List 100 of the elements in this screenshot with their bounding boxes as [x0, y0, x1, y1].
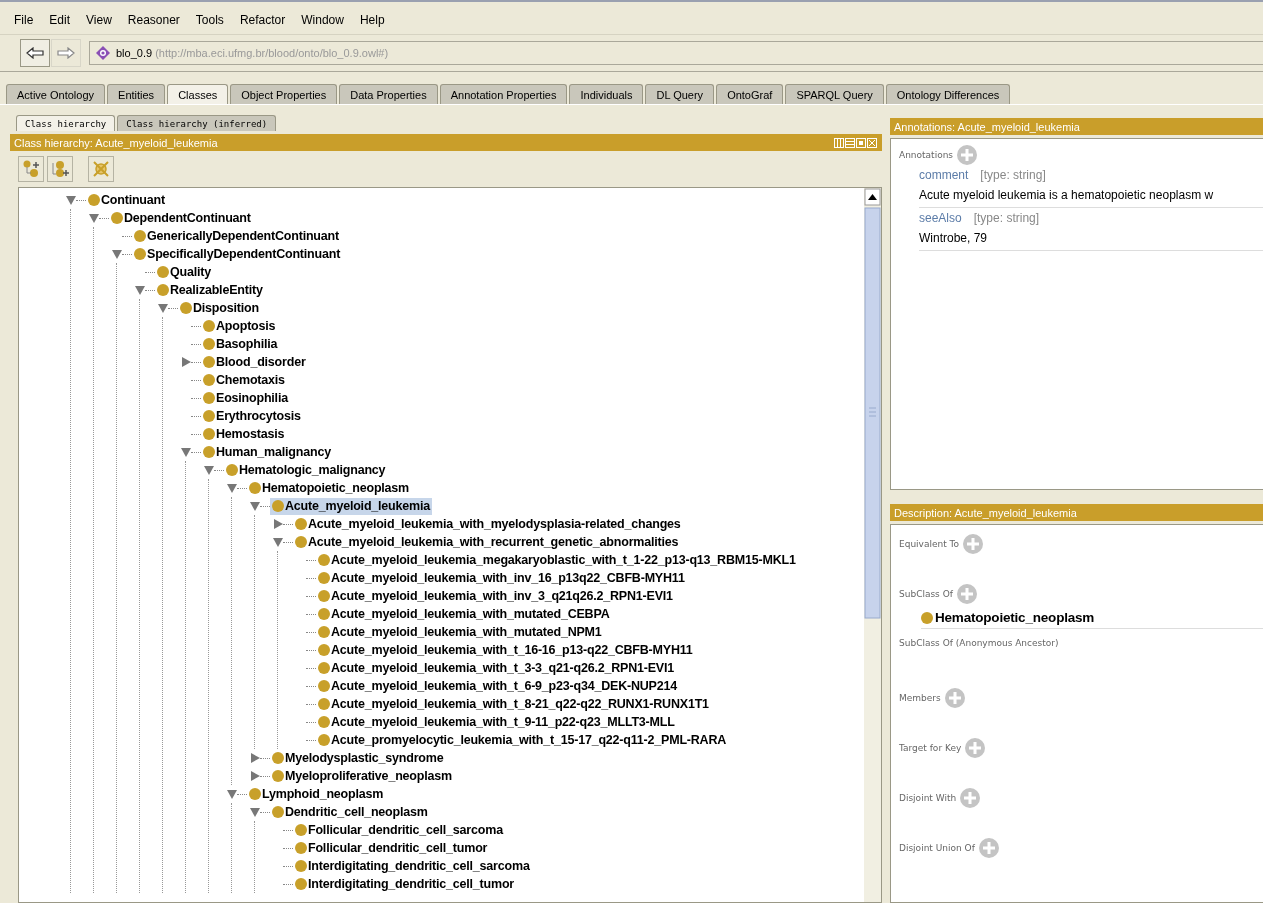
collapse-triangle-icon[interactable]: [227, 789, 237, 799]
collapse-triangle-icon[interactable]: [135, 285, 145, 295]
section-label: Disjoint Union Of: [899, 843, 975, 853]
class-node[interactable]: Acute_myeloid_leukemia_with_inv_3_q21q26.2_RPN1-EVI1: [316, 587, 675, 605]
class-node[interactable]: Acute_myeloid_leukemia_with_mutated_NPM1: [316, 623, 604, 641]
annotation-value: Wintrobe, 79: [919, 231, 989, 245]
tab[interactable]: OntoGraf: [716, 84, 784, 104]
class-node[interactable]: Acute_myeloid_leukemia_with_t_3-3_q21-q26.2_RPN1-EVI1: [316, 659, 677, 677]
ontology-address-field[interactable]: blo_0.9 (http://mba.eci.ufmg.br/blood/onto/blo_0.9.owl#): [89, 41, 1263, 65]
menu-item[interactable]: Tools: [187, 12, 232, 34]
add-sibling-icon: [51, 160, 69, 178]
class-node[interactable]: Acute_myeloid_leukemia_with_t_6-9_p23-q34_DEK-NUP214: [316, 677, 679, 695]
collapse-triangle-icon[interactable]: [66, 195, 76, 205]
collapse-triangle-icon[interactable]: [227, 483, 237, 493]
add-subclass-button[interactable]: [18, 156, 44, 182]
class-icon: [111, 212, 123, 224]
menu-item[interactable]: Window: [293, 12, 352, 34]
back-button[interactable]: [20, 39, 50, 67]
class-node[interactable]: Acute_myeloid_leukemia_with_t_16-16_p13-q22_CBFB-MYH11: [316, 641, 695, 659]
expand-triangle-icon[interactable]: [181, 357, 191, 367]
tab[interactable]: Individuals: [569, 84, 644, 104]
class-node[interactable]: Acute_myeloid_leukemia_with_inv_16_p13q22_CBFB-MYH11: [316, 569, 687, 587]
tab[interactable]: Data Properties: [339, 84, 438, 104]
class-icon: [318, 698, 330, 710]
class-node[interactable]: DependentContinuant: [109, 209, 253, 227]
class-node[interactable]: RealizableEntity: [155, 281, 265, 299]
class-node[interactable]: Eosinophilia: [201, 389, 290, 407]
class-node[interactable]: Blood_disorder: [201, 353, 308, 371]
class-node[interactable]: Hematologic_malignancy: [224, 461, 388, 479]
class-node[interactable]: Acute_myeloid_leukemia_with_t_8-21_q22-q22_RUNX1-RUNX1T1: [316, 695, 711, 713]
collapse-triangle-icon[interactable]: [158, 303, 168, 313]
collapse-triangle-icon[interactable]: [89, 213, 99, 223]
menu-item[interactable]: Help: [351, 12, 393, 34]
class-node[interactable]: Human_malignancy: [201, 443, 333, 461]
class-node[interactable]: SpecificallyDependentContinuant: [132, 245, 343, 263]
class-node[interactable]: Acute_myeloid_leukemia_with_myelodysplasia-related_changes: [293, 515, 683, 533]
class-node[interactable]: Interdigitating_dendritic_cell_sarcoma: [293, 857, 532, 875]
add-sibling-button[interactable]: [47, 156, 73, 182]
collapse-triangle-icon[interactable]: [250, 807, 260, 817]
class-icon: [157, 284, 169, 296]
menu-item[interactable]: Reasoner: [119, 12, 188, 34]
collapse-triangle-icon[interactable]: [204, 465, 214, 475]
class-node[interactable]: Quality: [155, 263, 213, 281]
class-node[interactable]: Hemostasis: [201, 425, 287, 443]
annotation-property[interactable]: comment: [919, 168, 969, 182]
menu-item[interactable]: Edit: [41, 12, 79, 34]
class-node[interactable]: Acute_myeloid_leukemia_with_recurrent_genetic_abnormalities: [293, 533, 681, 551]
class-node[interactable]: Hematopoietic_neoplasm: [247, 479, 412, 497]
class-node[interactable]: Continuant: [86, 191, 167, 209]
tab[interactable]: Entities: [107, 84, 166, 104]
menu-item[interactable]: File: [6, 12, 42, 34]
class-node[interactable]: Dendritic_cell_neoplasm: [270, 803, 430, 821]
class-node[interactable]: Interdigitating_dendritic_cell_tumor: [293, 875, 517, 893]
menu-item[interactable]: Refactor: [231, 12, 294, 34]
class-node[interactable]: Disposition: [178, 299, 261, 317]
class-node[interactable]: Acute_myeloid_leukemia: [270, 497, 432, 515]
tab[interactable]: Ontology Differences: [885, 84, 1011, 104]
class-icon: [318, 680, 330, 692]
class-node[interactable]: Acute_myeloid_leukemia_megakaryoblastic_with_t_1-22_p13-q13_RBM15-MKL1: [316, 551, 798, 569]
class-node[interactable]: Chemotaxis: [201, 371, 287, 389]
view-tab[interactable]: Class hierarchy (inferred): [117, 115, 277, 131]
section-label: Target for Key: [899, 743, 962, 753]
annotation-property[interactable]: seeAlso: [919, 211, 962, 225]
class-node[interactable]: GenericallyDependentContinuant: [132, 227, 341, 245]
class-icon: [134, 248, 146, 260]
class-icon: [295, 536, 307, 548]
class-node[interactable]: Hematopoietic_neoplasm: [921, 610, 1263, 629]
class-icon: [203, 374, 215, 386]
class-node[interactable]: Myelodysplastic_syndrome: [270, 749, 446, 767]
class-node[interactable]: Acute_myeloid_leukemia_with_t_9-11_p22-q23_MLLT3-MLL: [316, 713, 677, 731]
class-node[interactable]: Apoptosis: [201, 317, 278, 335]
tab[interactable]: Object Properties: [230, 84, 338, 104]
class-node[interactable]: Lymphoid_neoplasm: [247, 785, 386, 803]
tab[interactable]: DL Query: [645, 84, 715, 104]
menu-item[interactable]: View: [78, 12, 120, 34]
collapse-triangle-icon[interactable]: [250, 501, 260, 511]
class-node[interactable]: Acute_myeloid_leukemia_with_mutated_CEBPA: [316, 605, 612, 623]
class-node[interactable]: Erythrocytosis: [201, 407, 303, 425]
expand-triangle-icon[interactable]: [273, 519, 283, 529]
tab[interactable]: Annotation Properties: [439, 84, 568, 104]
class-node[interactable]: Myeloproliferative_neoplasm: [270, 767, 454, 785]
tab[interactable]: Classes: [167, 84, 229, 104]
view-tab[interactable]: Class hierarchy: [16, 115, 116, 131]
collapse-triangle-icon[interactable]: [112, 249, 122, 259]
class-node[interactable]: Follicular_dendritic_cell_sarcoma: [293, 821, 505, 839]
class-icon: [318, 716, 330, 728]
class-node[interactable]: Follicular_dendritic_cell_tumor: [293, 839, 490, 857]
panel-title: Class hierarchy: Acute_myeloid_leukemia: [14, 136, 218, 149]
scrollbar[interactable]: [864, 188, 881, 902]
view-controls-icon[interactable]: [834, 137, 878, 148]
tab[interactable]: Active Ontology: [6, 84, 106, 104]
class-icon: [295, 860, 307, 872]
expand-triangle-icon[interactable]: [250, 771, 260, 781]
collapse-triangle-icon[interactable]: [181, 447, 191, 457]
class-icon: [318, 608, 330, 620]
tab[interactable]: SPARQL Query: [785, 84, 884, 104]
collapse-triangle-icon[interactable]: [273, 537, 283, 547]
class-node[interactable]: Basophilia: [201, 335, 280, 353]
expand-triangle-icon[interactable]: [250, 753, 260, 763]
class-node[interactable]: Acute_promyelocytic_leukemia_with_t_15-17_q22-q11-2_PML-RARA: [316, 731, 729, 749]
